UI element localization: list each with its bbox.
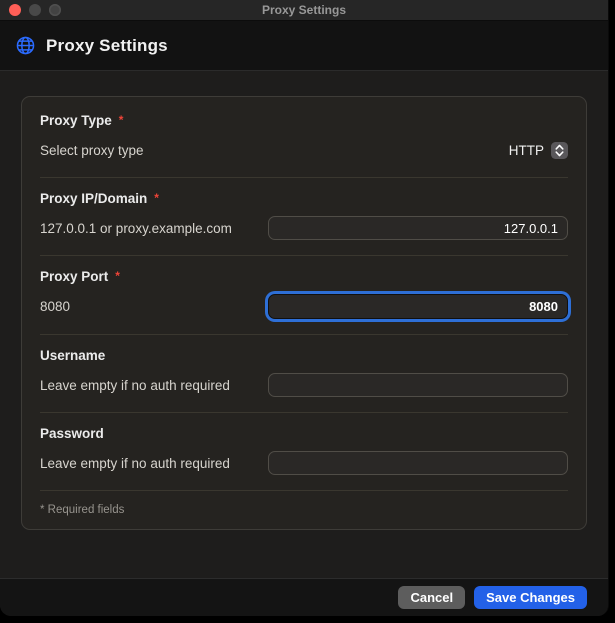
username-field[interactable] [268,373,568,397]
window-controls [9,4,61,16]
proxy-ip-hint: 127.0.0.1 or proxy.example.com [40,221,232,236]
proxy-ip-label: Proxy IP/Domain [40,191,147,206]
close-icon[interactable] [9,4,21,16]
proxy-type-selected-value: HTTP [509,143,544,158]
globe-icon [15,35,36,56]
dialog-header: Proxy Settings [0,21,608,71]
proxy-type-select[interactable]: HTTP [509,142,568,159]
field-proxy-port: Proxy Port * 8080 [40,256,568,335]
proxy-settings-window: Proxy Settings Proxy Settings Proxy Type… [0,0,609,616]
settings-card: Proxy Type * Select proxy type HTTP [21,96,587,530]
content-area: Proxy Type * Select proxy type HTTP [0,71,608,578]
required-asterisk: * [154,192,159,204]
required-asterisk: * [119,114,124,126]
proxy-ip-input[interactable] [268,216,568,240]
proxy-port-label: Proxy Port [40,269,108,284]
cancel-button[interactable]: Cancel [398,586,465,609]
password-label: Password [40,426,104,441]
dialog-footer: Cancel Save Changes [0,578,608,616]
page-title: Proxy Settings [46,36,168,56]
proxy-type-hint: Select proxy type [40,143,144,158]
username-label: Username [40,348,105,363]
window-title: Proxy Settings [0,3,608,17]
proxy-type-label: Proxy Type [40,113,112,128]
field-username: Username Leave empty if no auth required [40,335,568,413]
field-proxy-type: Proxy Type * Select proxy type HTTP [40,100,568,178]
titlebar: Proxy Settings [0,0,608,21]
required-fields-note: * Required fields [40,491,568,519]
minimize-icon[interactable] [29,4,41,16]
username-hint: Leave empty if no auth required [40,378,230,393]
field-proxy-ip: Proxy IP/Domain * 127.0.0.1 or proxy.exa… [40,178,568,256]
up-down-chevrons-icon [551,142,568,159]
proxy-port-hint: 8080 [40,299,70,314]
save-changes-button[interactable]: Save Changes [474,586,587,609]
field-password: Password Leave empty if no auth required [40,413,568,491]
password-hint: Leave empty if no auth required [40,456,230,471]
proxy-port-input[interactable] [268,294,568,319]
password-field[interactable] [268,451,568,475]
required-asterisk: * [115,270,120,282]
zoom-icon[interactable] [49,4,61,16]
